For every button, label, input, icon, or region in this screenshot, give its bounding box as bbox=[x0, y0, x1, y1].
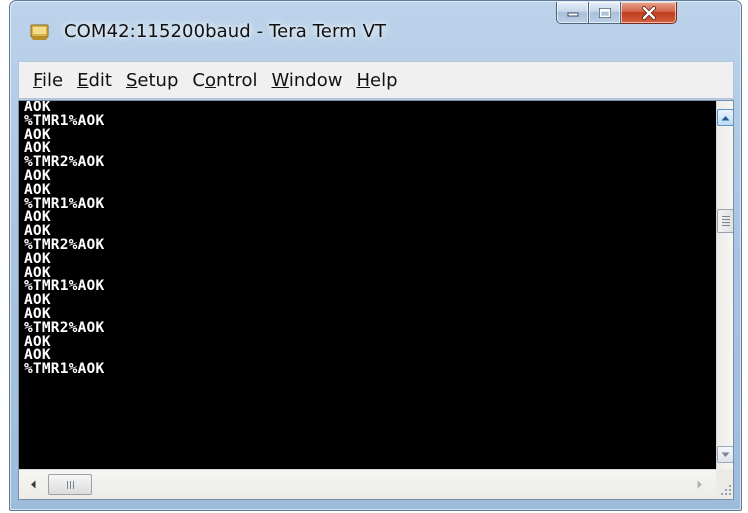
horizontal-scroll-thumb[interactable] bbox=[48, 474, 92, 495]
terminal-line: AOK bbox=[24, 209, 51, 226]
minimize-button[interactable] bbox=[556, 2, 589, 24]
scroll-up-button[interactable] bbox=[717, 109, 733, 126]
terminal-line: AOK bbox=[24, 167, 51, 184]
terminal-line: AOK bbox=[24, 101, 51, 115]
terminal-line: AOK bbox=[24, 305, 51, 322]
terminal-line: AOK bbox=[24, 250, 51, 267]
terminal-line: AOK bbox=[24, 140, 51, 157]
menu-window[interactable]: Window bbox=[271, 70, 342, 91]
terminal-line: %TMR2%AOK bbox=[24, 154, 105, 171]
scroll-down-button[interactable] bbox=[717, 446, 733, 463]
close-icon bbox=[641, 5, 656, 20]
caption-buttons bbox=[556, 2, 677, 24]
scroll-left-button[interactable] bbox=[25, 476, 41, 492]
terminal-line: %TMR2%AOK bbox=[24, 319, 105, 336]
terminal-line: AOK bbox=[24, 223, 51, 240]
tera-term-window: COM42:115200baud - Tera Term VT File Edi… bbox=[9, 0, 742, 511]
window-title: COM42:115200baud - Tera Term VT bbox=[64, 21, 387, 42]
arrow-right-icon bbox=[697, 480, 702, 488]
terminal-line: AOK bbox=[24, 181, 51, 198]
tera-term-app-icon[interactable] bbox=[30, 21, 50, 41]
terminal-screen[interactable]: AOK %TMR1%AOK AOK AOK %TMR2%AOK AOK AOK … bbox=[19, 101, 715, 469]
menu-file[interactable]: File bbox=[33, 70, 63, 91]
menu-setup[interactable]: Setup bbox=[126, 70, 178, 91]
close-button[interactable] bbox=[621, 2, 677, 24]
terminal-line: %TMR1%AOK bbox=[24, 278, 105, 295]
maximize-button[interactable] bbox=[589, 2, 621, 24]
terminal-line: AOK bbox=[24, 264, 51, 281]
menu-bar: File Edit Setup Control Window Help bbox=[18, 61, 734, 99]
arrow-left-icon bbox=[31, 480, 36, 488]
terminal-line: %TMR2%AOK bbox=[24, 236, 105, 253]
resize-grip-icon[interactable] bbox=[720, 484, 732, 496]
menu-help[interactable]: Help bbox=[356, 70, 397, 91]
terminal-line: AOK bbox=[24, 292, 51, 309]
arrow-down-icon bbox=[721, 452, 730, 457]
terminal-line: %TMR1%AOK bbox=[24, 195, 105, 212]
maximize-icon bbox=[598, 7, 611, 18]
terminal-line: AOK bbox=[24, 347, 51, 364]
horizontal-scrollbar[interactable] bbox=[19, 469, 716, 499]
vertical-scrollbar[interactable] bbox=[716, 101, 733, 469]
vertical-scroll-thumb[interactable] bbox=[717, 209, 733, 233]
arrow-up-icon bbox=[721, 115, 730, 120]
terminal-line: %TMR1%AOK bbox=[24, 361, 105, 378]
menu-edit[interactable]: Edit bbox=[77, 70, 112, 91]
client-area: AOK %TMR1%AOK AOK AOK %TMR2%AOK AOK AOK … bbox=[18, 100, 734, 500]
menu-control[interactable]: Control bbox=[192, 70, 257, 91]
scrollbar-corner bbox=[716, 469, 733, 499]
terminal-line: %TMR1%AOK bbox=[24, 112, 105, 129]
title-bar[interactable]: COM42:115200baud - Tera Term VT bbox=[10, 1, 741, 59]
terminal-line: AOK bbox=[24, 126, 51, 143]
terminal-line: AOK bbox=[24, 333, 51, 350]
minimize-icon bbox=[567, 12, 578, 16]
scroll-right-button[interactable] bbox=[692, 476, 708, 492]
